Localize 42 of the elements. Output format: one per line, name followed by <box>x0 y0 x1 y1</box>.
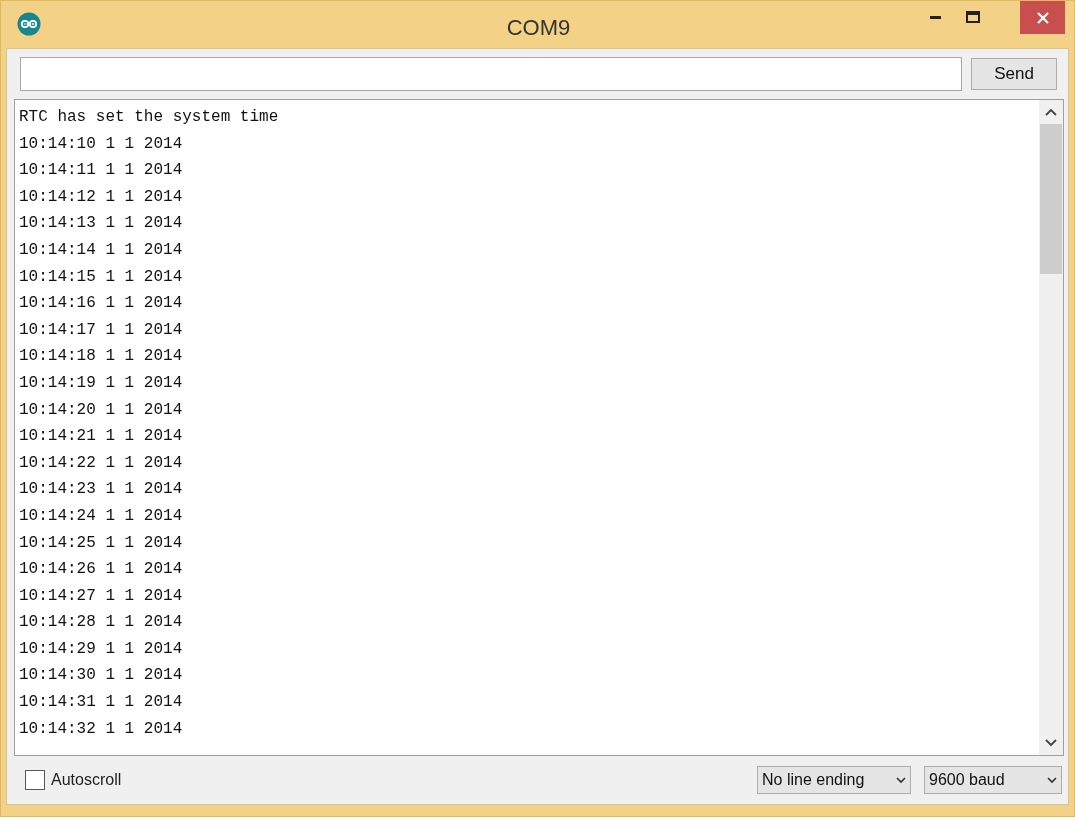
output-line: 10:14:11 1 1 2014 <box>19 160 183 182</box>
autoscroll-checkbox[interactable] <box>25 770 45 790</box>
output-line: 10:14:32 1 1 2014 <box>19 718 183 740</box>
output-line: 10:14:29 1 1 2014 <box>19 638 183 660</box>
output-line: 10:14:26 1 1 2014 <box>19 559 183 581</box>
close-icon <box>1035 10 1050 25</box>
scroll-up-icon[interactable] <box>1045 108 1057 116</box>
output-line: 10:14:19 1 1 2014 <box>19 372 183 394</box>
output-line: 10:14:17 1 1 2014 <box>19 319 183 341</box>
output-line: 10:14:16 1 1 2014 <box>19 293 183 315</box>
output-line: 10:14:10 1 1 2014 <box>19 133 183 155</box>
app-logo-icon <box>17 12 41 36</box>
output-line: 10:14:14 1 1 2014 <box>19 239 183 261</box>
window-title: COM9 <box>505 14 572 42</box>
autoscroll-label: Autoscroll <box>51 770 122 790</box>
output-line: 10:14:18 1 1 2014 <box>19 346 183 368</box>
output-line: 10:14:23 1 1 2014 <box>19 479 183 501</box>
output-line: 10:14:30 1 1 2014 <box>19 665 183 687</box>
output-line: 10:14:21 1 1 2014 <box>19 426 183 448</box>
output-line: 10:14:22 1 1 2014 <box>19 452 183 474</box>
caret-icon <box>1047 776 1057 784</box>
caret-icon <box>896 776 906 784</box>
input-field[interactable] <box>20 56 962 91</box>
maximize-icon <box>966 11 980 23</box>
close-button[interactable] <box>1020 1 1065 34</box>
output-line: 10:14:25 1 1 2014 <box>19 532 183 554</box>
output-line: RTC has set the system time <box>19 107 279 128</box>
output-line: 10:14:20 1 1 2014 <box>19 399 183 421</box>
scroll-down-icon[interactable] <box>1045 739 1057 747</box>
output-line: 10:14:24 1 1 2014 <box>19 505 183 527</box>
scrollbar[interactable] <box>1039 100 1063 755</box>
output-line: 10:14:27 1 1 2014 <box>19 585 183 607</box>
output-line: 10:14:15 1 1 2014 <box>19 266 183 288</box>
line-ending-dropdown[interactable]: No line ending <box>757 766 911 794</box>
scrollbar-thumb[interactable] <box>1040 124 1062 274</box>
output-line: 10:14:28 1 1 2014 <box>19 612 183 634</box>
output-line: 10:14:13 1 1 2014 <box>19 213 183 235</box>
output-line: 10:14:31 1 1 2014 <box>19 692 183 714</box>
minimize-icon <box>929 15 941 19</box>
baud-rate-dropdown[interactable]: 9600 baud <box>924 766 1062 794</box>
output-line: 10:14:12 1 1 2014 <box>19 186 183 208</box>
send-button[interactable]: Send <box>971 57 1057 90</box>
